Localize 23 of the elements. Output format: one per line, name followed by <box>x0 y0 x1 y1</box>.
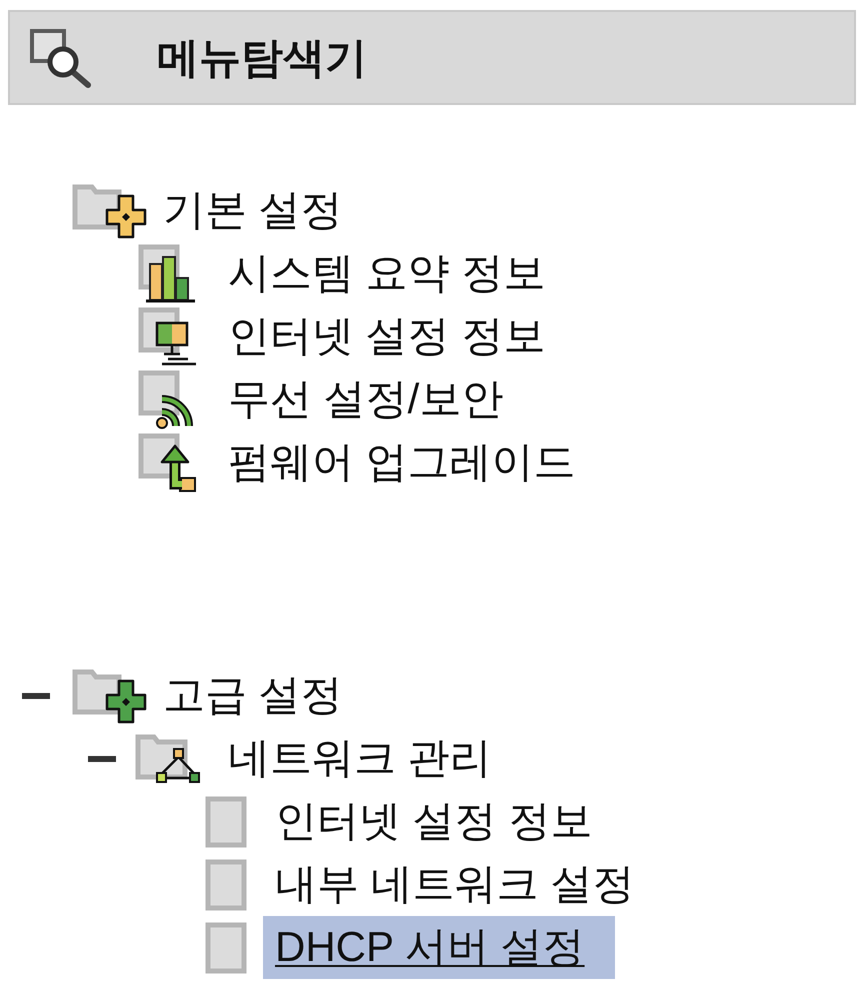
monitor-icon <box>138 306 198 366</box>
folder-cross-icon <box>72 668 148 724</box>
folder-network-icon <box>135 732 201 784</box>
tree-item[interactable]: 시스템 요약 정보 <box>216 242 576 305</box>
bar-chart-icon <box>138 244 198 304</box>
tree-folder-item[interactable]: 네트워크 관리 <box>216 727 522 790</box>
collapse-icon[interactable] <box>22 692 50 698</box>
tree-item[interactable]: 펌웨어 업그레이드 <box>216 431 606 494</box>
page-icon <box>205 858 247 910</box>
page-icon <box>205 796 247 848</box>
tree-item[interactable]: 인터넷 설정 정보 <box>263 790 622 853</box>
tree-item[interactable]: 무선 설정/보안 <box>216 368 534 431</box>
upload-arrow-icon <box>138 432 198 492</box>
tree-item[interactable]: DHCP 서버 설정 <box>263 916 615 979</box>
collapse-icon[interactable] <box>88 756 116 762</box>
header-title: 메뉴탐색기 <box>157 32 367 82</box>
tree-folder-item[interactable]: 기본 설정 <box>151 179 373 242</box>
tree-folder-item[interactable]: 고급 설정 <box>151 664 373 727</box>
folder-cross-icon <box>72 182 148 238</box>
page-icon <box>205 922 247 974</box>
search-icon <box>28 26 94 88</box>
tree-item[interactable]: 내부 네트워크 설정 <box>263 853 664 916</box>
tree-item[interactable]: 인터넷 설정 정보 <box>216 305 576 368</box>
